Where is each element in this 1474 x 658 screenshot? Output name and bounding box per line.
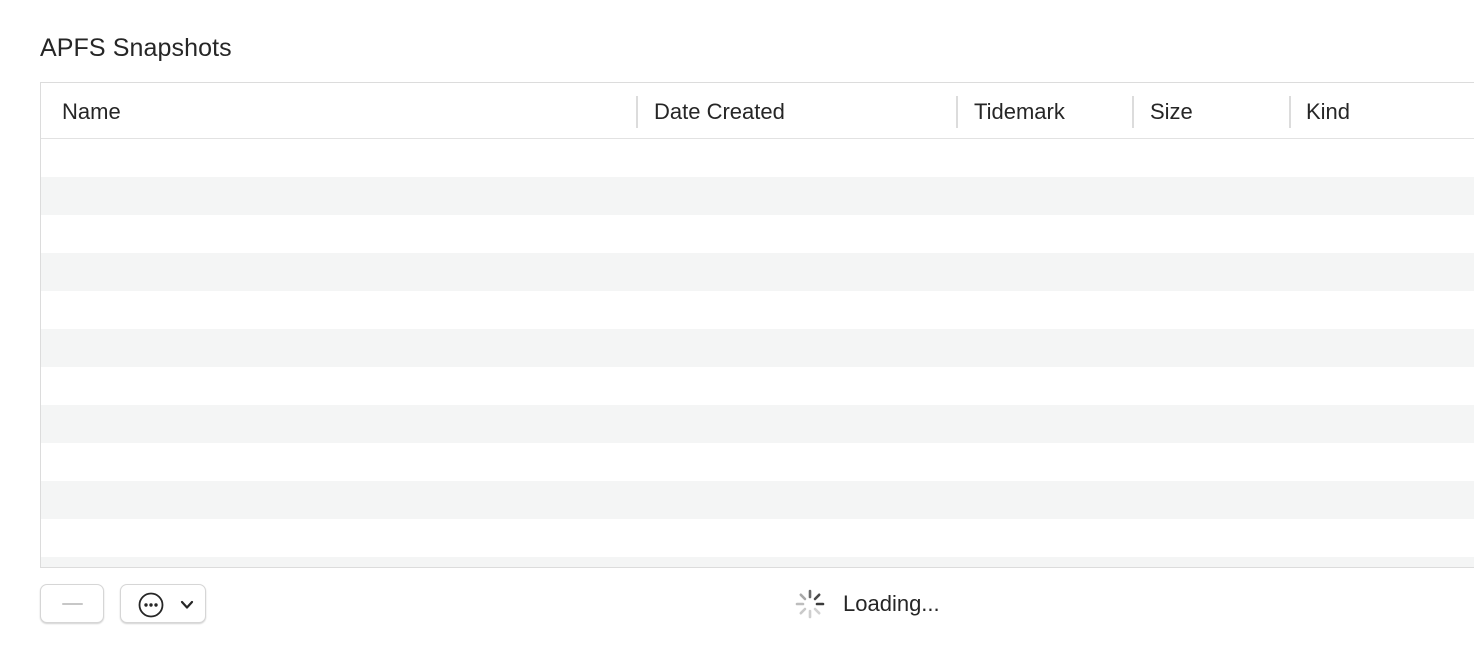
column-separator[interactable] — [636, 96, 638, 128]
column-separator[interactable] — [956, 96, 958, 128]
column-separator[interactable] — [1289, 96, 1291, 128]
column-separator[interactable] — [1132, 96, 1134, 128]
more-actions-button[interactable] — [120, 584, 206, 623]
spinner-icon — [795, 589, 825, 619]
empty-row — [41, 253, 1474, 291]
empty-row — [41, 443, 1474, 481]
minus-icon — [62, 603, 83, 605]
loading-status: Loading... — [794, 588, 940, 620]
empty-row — [41, 291, 1474, 329]
empty-row — [41, 405, 1474, 443]
loading-text: Loading... — [843, 591, 940, 616]
apfs-snapshots-panel: APFS Snapshots Name Date Created Tidemar… — [0, 0, 1474, 658]
empty-row — [41, 557, 1474, 567]
empty-row — [41, 519, 1474, 557]
column-header-size[interactable]: Size — [1150, 83, 1193, 139]
snapshots-table[interactable]: Name Date Created Tidemark Size Kind — [40, 82, 1474, 568]
empty-row — [41, 177, 1474, 215]
column-header-tidemark[interactable]: Tidemark — [974, 83, 1065, 139]
chevron-down-icon — [180, 600, 194, 609]
ellipsis-circle-icon — [138, 592, 164, 618]
empty-row — [41, 215, 1474, 253]
section-title: APFS Snapshots — [40, 34, 232, 62]
empty-row — [41, 367, 1474, 405]
column-header-kind[interactable]: Kind — [1306, 83, 1350, 139]
empty-row — [41, 329, 1474, 367]
empty-row — [41, 481, 1474, 519]
remove-snapshot-button[interactable] — [40, 584, 104, 623]
empty-row — [41, 139, 1474, 177]
column-header-name[interactable]: Name — [62, 83, 121, 139]
column-header-date-created[interactable]: Date Created — [654, 83, 785, 139]
table-header: Name Date Created Tidemark Size Kind — [41, 83, 1474, 139]
table-body — [41, 139, 1474, 567]
